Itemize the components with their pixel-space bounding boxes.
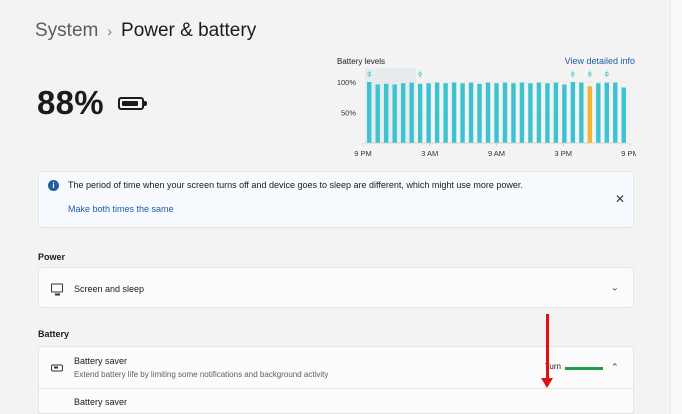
section-label-battery: Battery (38, 329, 70, 339)
battery-saver-sub-label: Battery saver (74, 397, 128, 407)
chart-bar (434, 82, 440, 143)
chart-bar (485, 82, 491, 143)
chart-bar (468, 82, 474, 143)
chart-bar (392, 84, 397, 143)
chevron-up-icon[interactable]: ⌃ (611, 362, 619, 373)
chart-hover-band (365, 68, 416, 143)
watermark: https (440, 394, 475, 408)
chart-bar (562, 84, 567, 143)
chart-bar (477, 83, 482, 143)
chart-bar (519, 82, 525, 143)
chart-y-tick-label: 50% (341, 109, 356, 118)
info-icon: i (48, 180, 59, 191)
window-edge (670, 0, 682, 414)
battery-saver-title: Battery saver (74, 356, 128, 366)
chart-bar (384, 83, 389, 143)
screen-and-sleep-row[interactable]: Screen and sleep ⌄ (38, 267, 634, 308)
chart-bar (451, 82, 457, 143)
chart-y-tick-label: 100% (337, 78, 357, 87)
breadcrumb: System › Power & battery (35, 20, 256, 42)
chart-x-tick-label: 9 AM (488, 149, 505, 158)
screen-icon (51, 283, 63, 295)
battery-fill (122, 101, 138, 106)
charging-marker-icon: ϕ (418, 71, 422, 78)
chart-bar (545, 83, 550, 143)
chart-bar (367, 82, 372, 143)
battery-saver-subtitle: Extend battery life by limiting some not… (74, 370, 329, 379)
chart-bar (409, 82, 414, 143)
info-banner: i The period of time when your screen tu… (38, 171, 634, 228)
chart-bar (460, 83, 465, 143)
charging-marker-icon: ϕ (605, 71, 609, 78)
screen-and-sleep-title: Screen and sleep (74, 284, 145, 294)
chart-bar (604, 82, 609, 143)
annotation-arrow-shaft (546, 314, 549, 384)
chart-bar (375, 84, 380, 143)
chart-bar (528, 83, 533, 143)
chart-bar (417, 83, 423, 143)
chart-bar (502, 82, 508, 143)
battery-percentage: 88% (37, 84, 104, 121)
chart-bar (494, 83, 499, 143)
info-message: The period of time when your screen turn… (68, 180, 523, 190)
charging-marker-icon: ϕ (367, 71, 371, 78)
chart-bar (426, 83, 431, 143)
chart-bar (621, 87, 626, 143)
chart-bar (443, 83, 448, 143)
make-both-times-same-link[interactable]: Make both times the same (68, 204, 174, 214)
chart-bar (596, 83, 601, 143)
chart-x-tick-label: 3 PM (554, 149, 572, 158)
chart-x-tick-label: 9 PM (621, 149, 636, 158)
battery-saver-icon (51, 364, 63, 371)
breadcrumb-separator: › (107, 23, 113, 39)
battery-nub (144, 101, 147, 106)
charging-marker-icon: ϕ (588, 71, 592, 78)
chart-x-tick-label: 3 AM (421, 149, 438, 158)
breadcrumb-system-link[interactable]: System (35, 20, 98, 42)
battery-icon (118, 97, 147, 110)
battery-saver-sub-row[interactable]: Battery saver (38, 389, 634, 414)
chart-bar (570, 82, 576, 143)
chart-bar (536, 82, 542, 143)
chart-bar (587, 86, 593, 143)
battery-saver-threshold-indicator (565, 367, 603, 370)
page-title: Power & battery (121, 20, 257, 41)
view-detailed-info-link[interactable]: View detailed info (565, 56, 635, 66)
chart-bar (511, 83, 516, 143)
chart-title: Battery levels (337, 57, 386, 66)
chevron-down-icon[interactable]: ⌄ (611, 282, 619, 293)
battery-levels-chart[interactable]: 100% 50% ϕ ϕ ϕ ϕ ϕ 9 PM 3 AM 9 AM 3 PM 9 PM (336, 68, 636, 160)
close-icon[interactable]: ✕ (615, 192, 625, 206)
section-label-power: Power (38, 252, 66, 262)
chart-bar (553, 82, 559, 143)
chart-x-tick-label: 9 PM (354, 149, 372, 158)
annotation-arrow-head (541, 378, 553, 388)
chart-bar (613, 82, 618, 143)
chart-bar (579, 82, 584, 143)
chart-bar (400, 83, 406, 143)
charging-marker-icon: ϕ (571, 71, 575, 78)
